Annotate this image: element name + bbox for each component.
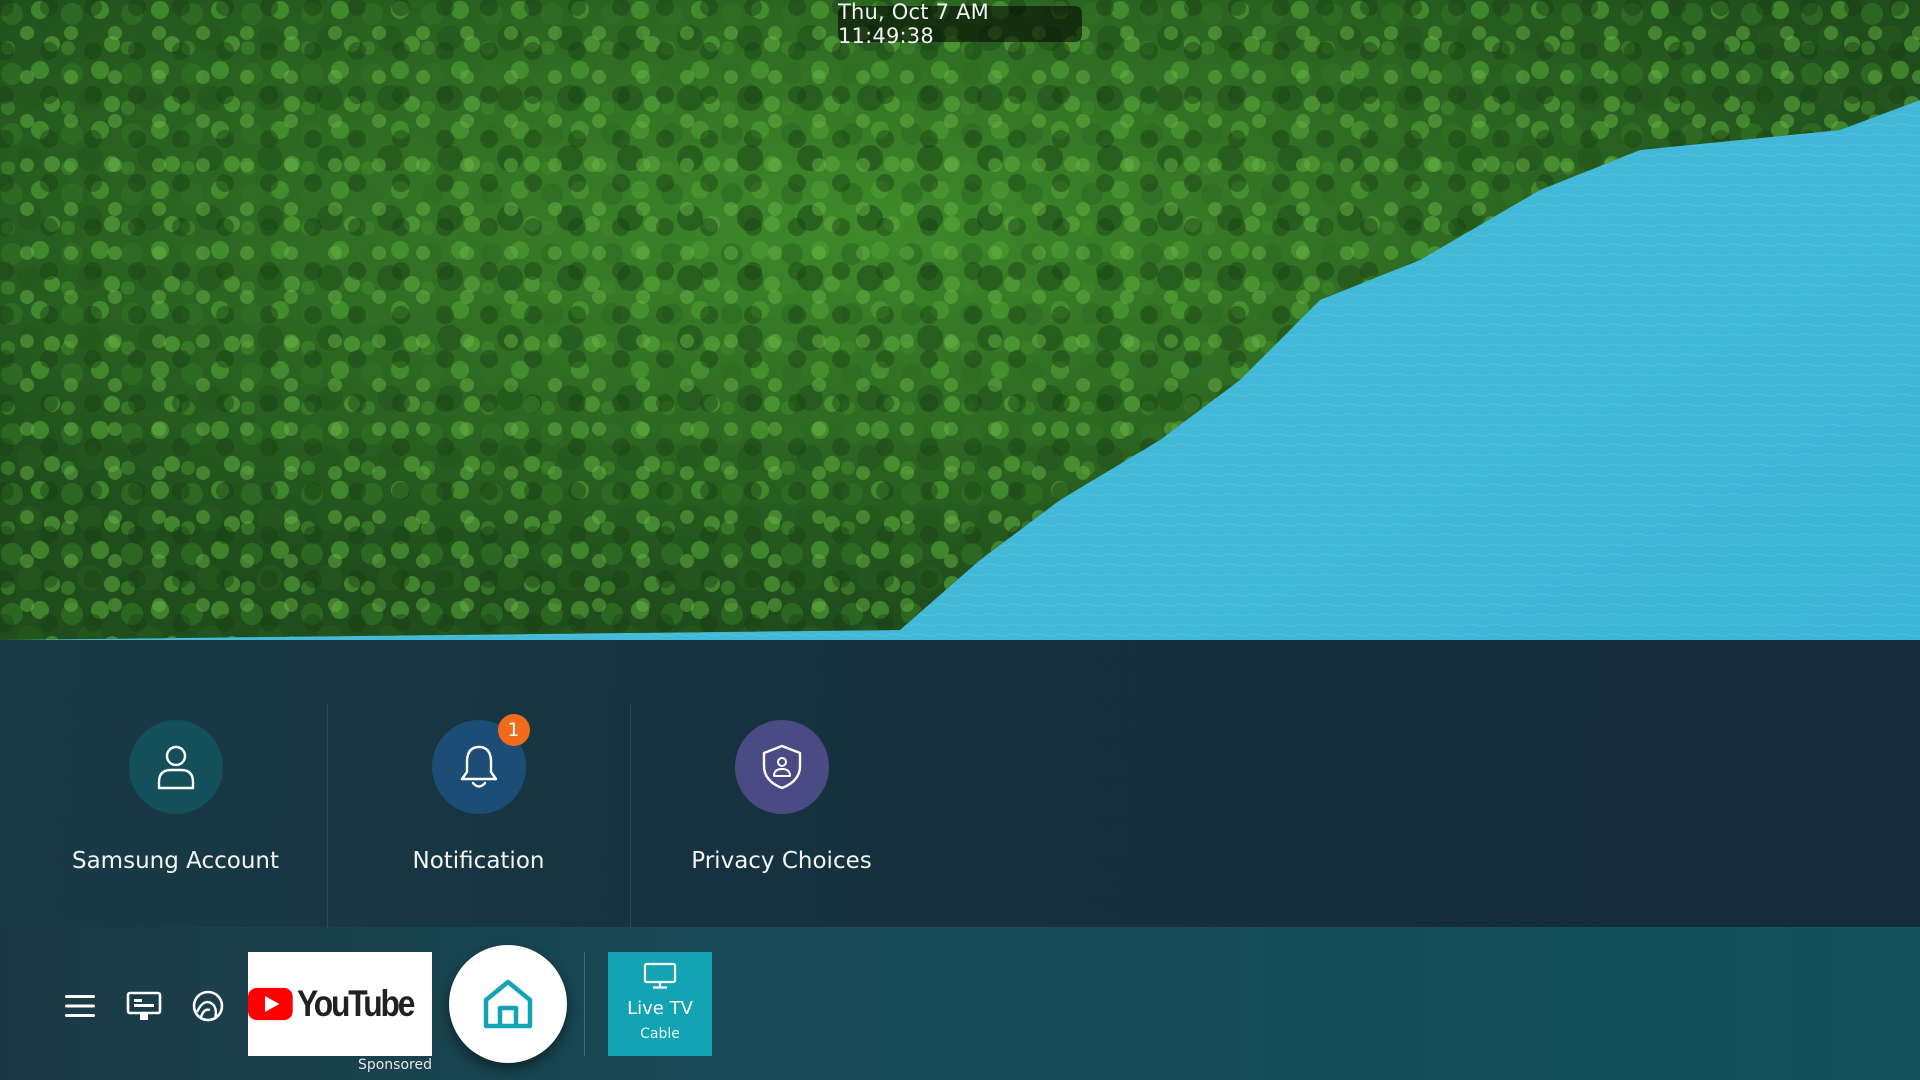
home-icon xyxy=(483,979,533,1029)
privacy-choices-label: Privacy Choices xyxy=(691,848,872,874)
samsung-account-tile[interactable]: Samsung Account xyxy=(24,640,327,927)
ambient-icon xyxy=(192,990,224,1022)
ambient-mode-button[interactable] xyxy=(185,983,231,1029)
shield-person-icon xyxy=(762,744,801,790)
smart-hub-bar: YouTube Sponsored Live TV Cable xyxy=(0,927,1920,1080)
clock-text: Thu, Oct 7 AM 11:49:38 xyxy=(838,0,989,48)
privacy-choices-tile[interactable]: Privacy Choices xyxy=(630,640,933,927)
youtube-logo-icon xyxy=(248,987,293,1021)
live-tv-tile[interactable]: Live TV Cable xyxy=(608,952,712,1056)
menu-icon xyxy=(65,995,95,1017)
notification-icon-circle: 1 xyxy=(431,714,530,814)
youtube-app-tile[interactable]: YouTube xyxy=(248,952,432,1056)
tv-icon xyxy=(643,962,677,989)
live-tv-title: Live TV xyxy=(627,998,693,1019)
samsung-account-icon-circle xyxy=(128,720,223,814)
menu-button[interactable] xyxy=(57,983,103,1029)
privacy-choices-icon-circle xyxy=(734,720,829,814)
notification-count-badge: 1 xyxy=(497,714,530,746)
sponsored-label: Sponsored xyxy=(357,1057,432,1073)
home-button[interactable] xyxy=(449,945,567,1063)
clock-display: Thu, Oct 7 AM 11:49:38 xyxy=(838,0,1082,48)
youtube-wordmark: YouTube xyxy=(296,983,415,1024)
notification-label: Notification xyxy=(412,848,545,874)
source-icon xyxy=(126,991,162,1020)
notification-tile[interactable]: 1 Notification xyxy=(327,640,630,927)
bell-icon xyxy=(460,745,497,788)
settings-panel: Samsung Account 1 Notification Privacy C… xyxy=(0,640,1920,927)
live-tv-source: Cable xyxy=(640,1026,680,1042)
person-icon xyxy=(157,745,194,790)
source-button[interactable] xyxy=(121,983,167,1029)
samsung-account-label: Samsung Account xyxy=(71,848,279,874)
bar-divider xyxy=(584,952,585,1056)
